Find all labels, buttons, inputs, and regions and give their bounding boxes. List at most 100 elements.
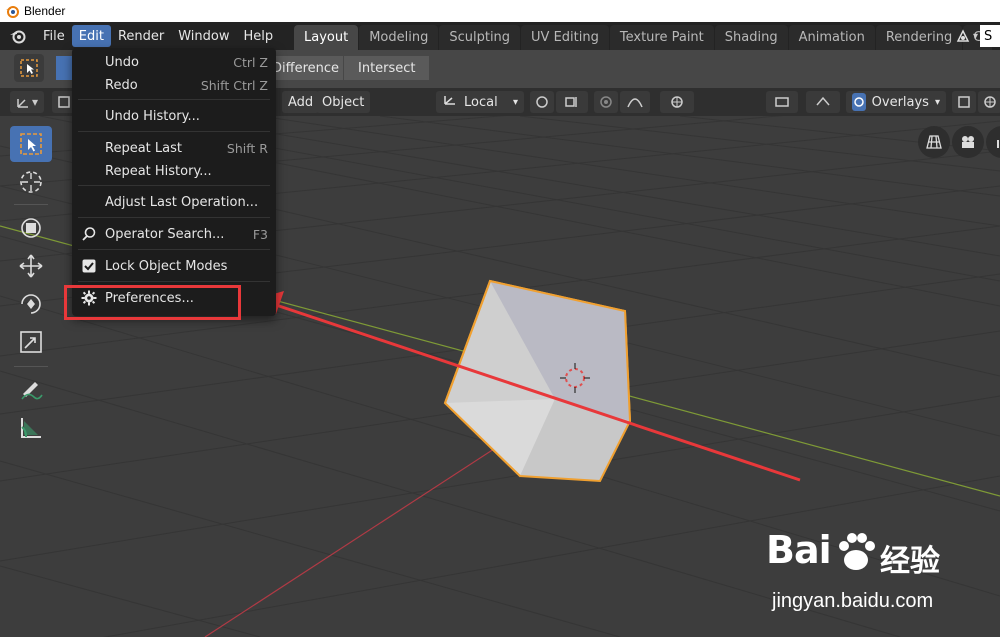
tab-rendering[interactable]: Rendering	[875, 25, 963, 50]
paw-logo-icon	[839, 533, 875, 570]
hand-icon	[997, 137, 1000, 148]
camera-view-button[interactable]	[952, 126, 984, 158]
toolbar-divider	[14, 204, 48, 205]
menu-item-adjust-last-operation[interactable]: Adjust Last Operation...	[72, 191, 276, 213]
menu-divider	[78, 281, 270, 282]
cursor-icon	[20, 171, 42, 193]
edit-dropdown-menu: Undo Ctrl Z Redo Shift Ctrl Z Undo Histo…	[72, 48, 276, 316]
measure-tool[interactable]	[10, 410, 52, 446]
move-tool[interactable]	[10, 210, 52, 246]
menu-item-label: Operator Search...	[105, 226, 225, 242]
search-icon	[80, 225, 98, 243]
menu-divider	[78, 217, 270, 218]
proportional-editing-icon[interactable]	[594, 91, 618, 113]
tab-shading[interactable]: Shading	[714, 25, 788, 50]
mode-intersect-button[interactable]: Intersect	[344, 56, 429, 80]
chevron-down-icon: ▾	[934, 96, 940, 108]
toolbar-divider	[14, 366, 48, 367]
chevron-down-icon: ▾	[972, 30, 978, 42]
scene-name: S	[980, 25, 1000, 47]
orientation-label: Local	[464, 94, 498, 110]
menu-render[interactable]: Render	[111, 25, 171, 47]
translate-tool[interactable]	[10, 248, 52, 284]
top-menu-bar: File Edit Render Window Help Layout Mode…	[0, 22, 1000, 50]
add-menu[interactable]: Add	[282, 91, 320, 113]
visibility-filter-icon[interactable]	[766, 91, 798, 113]
window-titlebar: Blender	[0, 0, 1000, 22]
rotate-tool[interactable]	[10, 286, 52, 322]
menu-item-repeat-last[interactable]: Repeat Last Shift R	[72, 137, 276, 159]
menu-item-label: Adjust Last Operation...	[105, 194, 259, 210]
tab-layout[interactable]: Layout	[294, 25, 359, 50]
tab-modeling[interactable]: Modeling	[359, 25, 439, 50]
falloff-curve-icon[interactable]	[620, 91, 650, 113]
menu-divider	[78, 249, 270, 250]
select-box-tool[interactable]	[10, 126, 52, 162]
menu-item-undo[interactable]: Undo Ctrl Z	[72, 51, 276, 73]
menu-item-label: Undo History...	[105, 108, 200, 124]
menu-item-shortcut: Ctrl Z	[233, 54, 268, 70]
preferences-highlight-box	[64, 285, 241, 320]
orientation-icon	[442, 93, 458, 111]
watermark-brand-suffix: 经验	[880, 544, 940, 579]
menu-item-lock-object-modes[interactable]: Lock Object Modes	[72, 255, 276, 277]
tab-texture-paint[interactable]: Texture Paint	[609, 25, 714, 50]
menu-item-repeat-history[interactable]: Repeat History...	[72, 160, 276, 182]
menu-divider	[78, 99, 270, 100]
menu-item-shortcut: Shift R	[226, 140, 268, 156]
toggle-grid-view-button[interactable]	[918, 126, 950, 158]
scene-selector[interactable]: ▾ S	[953, 25, 1000, 47]
workspace-tabs: Layout Modeling Sculpting UV Editing Tex…	[294, 25, 993, 50]
rotate-icon	[21, 294, 41, 314]
tab-animation[interactable]: Animation	[788, 25, 875, 50]
move-arrows-icon	[19, 254, 43, 278]
menu-item-label: Repeat Last	[105, 140, 182, 156]
viewport-gizmos-icon[interactable]	[806, 91, 840, 113]
menu-item-operator-search[interactable]: Operator Search... F3	[72, 223, 276, 245]
gizmo-toggle-icon[interactable]	[660, 91, 694, 113]
watermark-brand: Bai	[766, 528, 832, 572]
menu-item-undo-history[interactable]: Undo History...	[72, 105, 276, 127]
menu-item-label: Redo	[105, 77, 138, 93]
pivot-point-icon[interactable]	[530, 91, 554, 113]
menu-item-label: Undo	[105, 54, 139, 70]
checkbox-checked-icon[interactable]	[80, 257, 98, 275]
annotate-tool[interactable]	[10, 372, 52, 408]
menu-divider	[78, 131, 270, 132]
editor-type-icon[interactable]: ▾	[10, 91, 44, 113]
object-menu[interactable]: Object	[316, 91, 371, 113]
blender-menu-icon[interactable]	[0, 22, 36, 50]
menu-file[interactable]: File	[36, 25, 72, 47]
xray-toggle-icon[interactable]	[952, 91, 976, 113]
menu-edit[interactable]: Edit	[71, 25, 111, 47]
menu-item-shortcut: Shift Ctrl Z	[200, 77, 268, 93]
select-box-icon	[20, 59, 38, 77]
menu-help[interactable]: Help	[237, 25, 281, 47]
baidu-watermark: Bai 经验 jingyan.baidu.com	[766, 528, 996, 628]
transform-orientation-dropdown[interactable]: Local ▾	[436, 91, 524, 113]
overlays-icon	[852, 93, 866, 111]
ruler-icon	[21, 418, 41, 438]
cursor-tool[interactable]	[10, 164, 52, 200]
camera-icon	[962, 136, 974, 148]
tab-uv-editing[interactable]: UV Editing	[521, 25, 609, 50]
overlays-toggle[interactable]: Overlays ▾	[846, 91, 946, 113]
tab-sculpting[interactable]: Sculpting	[439, 25, 521, 50]
blender-logo-icon	[4, 3, 20, 19]
menu-item-redo[interactable]: Redo Shift Ctrl Z	[72, 74, 276, 96]
snapping-icon[interactable]	[556, 91, 588, 113]
watermark-url: jingyan.baidu.com	[772, 590, 934, 612]
active-tool-button[interactable]	[14, 54, 44, 82]
pencil-icon	[21, 382, 43, 400]
scale-tool[interactable]	[10, 324, 52, 360]
scene-icon	[953, 26, 973, 46]
select-box-icon	[20, 133, 42, 155]
scale-icon	[20, 331, 42, 353]
menu-window[interactable]: Window	[171, 25, 236, 47]
menu-item-shortcut: F3	[252, 226, 268, 242]
transform-icon	[21, 218, 41, 238]
menu-item-label: Lock Object Modes	[105, 258, 228, 274]
shading-solid-icon[interactable]	[978, 91, 1000, 113]
overlays-label: Overlays	[871, 94, 929, 110]
menu-divider	[78, 185, 270, 186]
